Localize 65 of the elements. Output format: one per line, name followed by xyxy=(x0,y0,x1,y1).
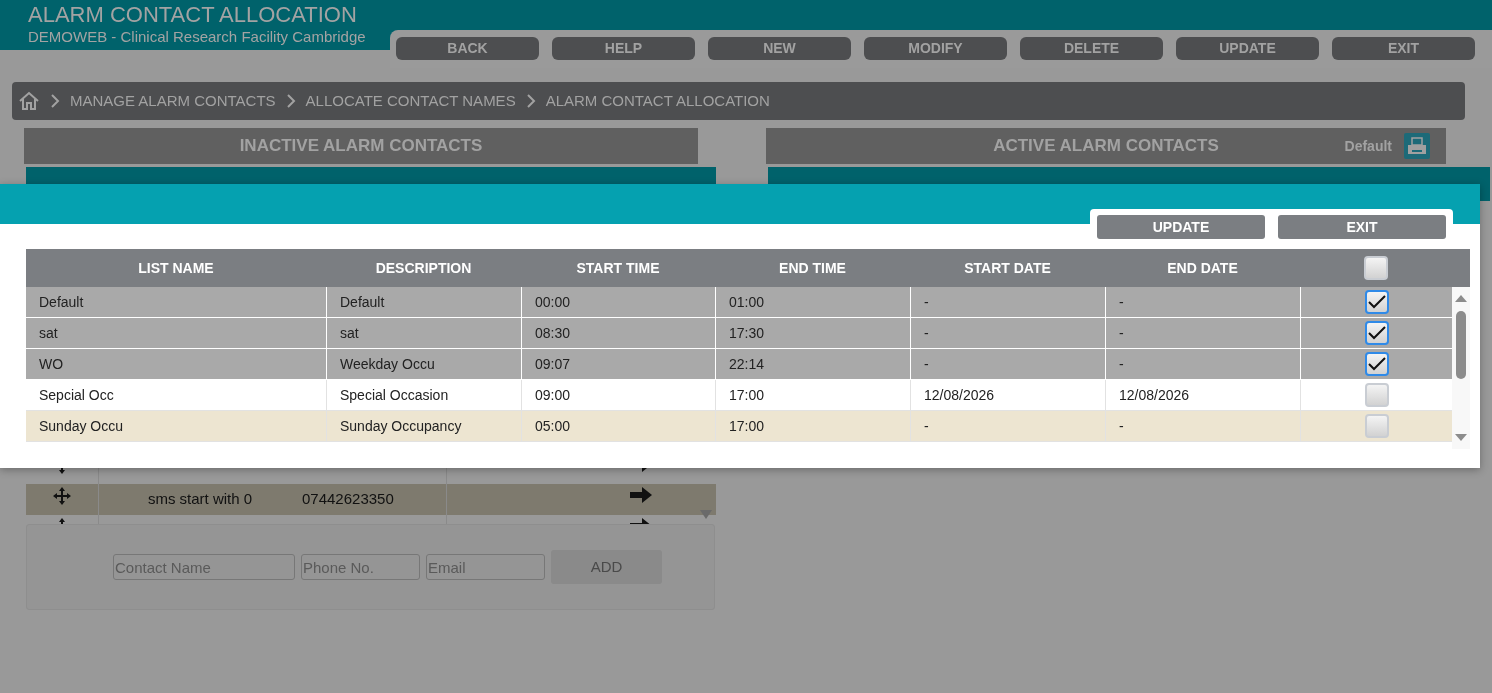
table-row[interactable]: WO Weekday Occu 09:07 22:14 - - xyxy=(26,349,1452,380)
toolbar-button[interactable]: MODIFY xyxy=(864,37,1007,60)
panel-title: ACTIVE ALARM CONTACTS xyxy=(993,135,1219,158)
add-button[interactable]: ADD xyxy=(551,550,662,584)
table-cell-text: Default xyxy=(340,292,385,312)
table-cell-text: sat xyxy=(340,323,359,343)
table-cell-text: - xyxy=(924,354,929,374)
dialog-button[interactable]: EXIT xyxy=(1278,215,1446,239)
column-header: START TIME xyxy=(575,258,661,278)
column-header: START DATE xyxy=(963,258,1052,278)
table-cell-text: 00:00 xyxy=(535,292,571,312)
list-label: Default xyxy=(1344,136,1392,156)
column-header: LIST NAME xyxy=(137,258,215,278)
column-header: END DATE xyxy=(1166,258,1239,278)
table-cell-text: 09:07 xyxy=(535,354,571,374)
table-row[interactable]: Default Default 00:00 01:00 - - xyxy=(26,287,1452,318)
table-cell-text: 08:30 xyxy=(535,323,571,343)
table-row[interactable]: Sunday Occu Sunday Occupancy 05:00 17:00 - - xyxy=(26,411,1452,442)
table-cell-text: Default xyxy=(39,292,84,312)
table-cell-text: sms start with 0 xyxy=(147,489,253,510)
table-cell-text: 17:00 xyxy=(729,385,765,405)
column-header: DESCRIPTION xyxy=(374,258,473,278)
table-cell-text: 01:00 xyxy=(729,292,765,312)
toolbar-button[interactable]: BACK xyxy=(396,37,539,60)
toolbar-button[interactable]: DELETE xyxy=(1020,37,1163,60)
input-field[interactable]: Email xyxy=(426,554,545,580)
table-cell-text: WO xyxy=(39,354,64,374)
table-cell-text: 17:30 xyxy=(729,323,765,343)
breadcrumb-link[interactable]: ALLOCATE CONTACT NAMES xyxy=(305,89,516,113)
table-cell-text: 22:14 xyxy=(729,354,765,374)
table-cell-text: 12/08/2026 xyxy=(924,385,995,405)
panel-title: INACTIVE ALARM CONTACTS xyxy=(239,135,483,158)
table-cell-text: 12/08/2026 xyxy=(1119,385,1190,405)
table-cell-text: - xyxy=(924,323,929,343)
contact-row[interactable]: sms start with 0 07442623350 xyxy=(26,484,716,515)
app-title: ALARM CONTACT ALLOCATION xyxy=(28,2,357,28)
table-cell-text: - xyxy=(1119,292,1124,312)
table-cell-text: - xyxy=(924,292,929,312)
toolbar-button[interactable]: NEW xyxy=(708,37,851,60)
table-cell-text: sat xyxy=(39,323,58,343)
app-subtitle: DEMOWEB - Clinical Research Facility Cambridge xyxy=(28,28,366,46)
table-cell-text: 07442623350 xyxy=(302,489,394,510)
table-cell-text: Weekday Occu xyxy=(340,354,435,374)
table-row[interactable]: sat sat 08:30 17:30 - - xyxy=(26,318,1452,349)
input-field[interactable]: Contact Name xyxy=(113,554,295,580)
table-cell-text: - xyxy=(924,416,929,436)
column-header: END TIME xyxy=(778,258,847,278)
breadcrumb-link[interactable]: MANAGE ALARM CONTACTS xyxy=(70,89,276,113)
table-cell-text: - xyxy=(1119,323,1124,343)
table-cell-text: - xyxy=(1119,354,1124,374)
table-cell-text: Special Occasion xyxy=(340,385,449,405)
table-cell-text: 17:00 xyxy=(729,416,765,436)
table-cell-text: 09:00 xyxy=(535,385,571,405)
input-field[interactable]: Phone No. xyxy=(301,554,420,580)
dialog-button[interactable]: UPDATE xyxy=(1097,215,1265,239)
table-cell-text: - xyxy=(1119,416,1124,436)
toolbar-button[interactable]: UPDATE xyxy=(1176,37,1319,60)
table-cell-text: Sepcial Occ xyxy=(39,385,114,405)
table-row[interactable]: Sepcial Occ Special Occasion 09:00 17:00 12/08/2026 12/08/2026 xyxy=(26,380,1452,411)
breadcrumb-link[interactable]: ALARM CONTACT ALLOCATION xyxy=(545,89,770,113)
toolbar-button[interactable]: EXIT xyxy=(1332,37,1475,60)
table-cell-text: Sunday Occupancy xyxy=(340,416,462,436)
table-cell-text: Sunday Occu xyxy=(39,416,124,436)
table-cell-text: 05:00 xyxy=(535,416,571,436)
toolbar-button[interactable]: HELP xyxy=(552,37,695,60)
